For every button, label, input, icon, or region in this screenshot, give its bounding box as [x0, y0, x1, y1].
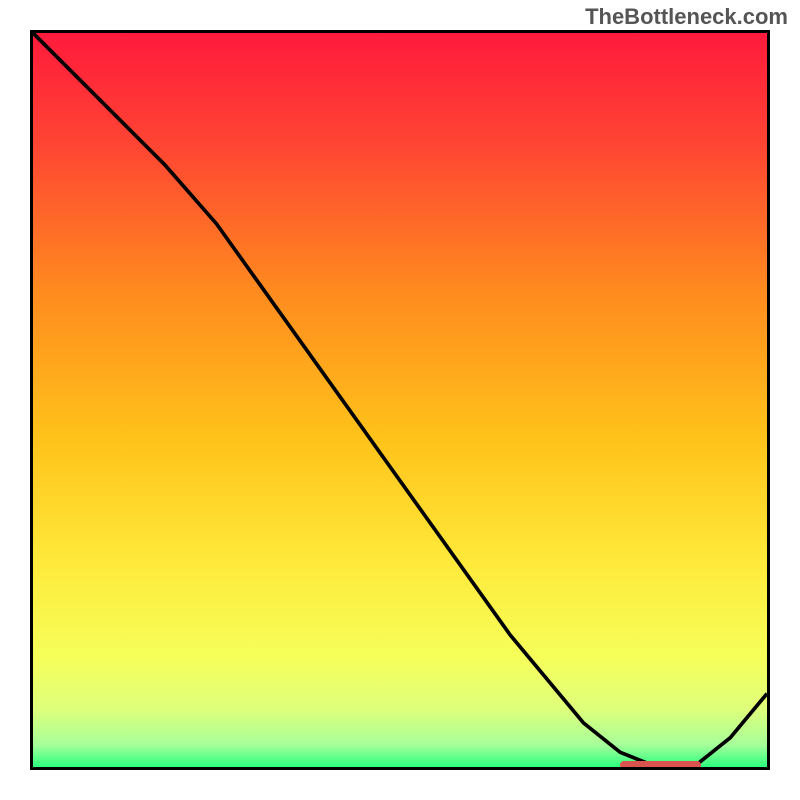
- chart-plot-area: [30, 30, 770, 770]
- optimal-range-marker: [620, 761, 701, 769]
- watermark-text: TheBottleneck.com: [585, 4, 788, 30]
- chart-line-curve: [33, 33, 767, 767]
- bottleneck-curve: [33, 33, 767, 767]
